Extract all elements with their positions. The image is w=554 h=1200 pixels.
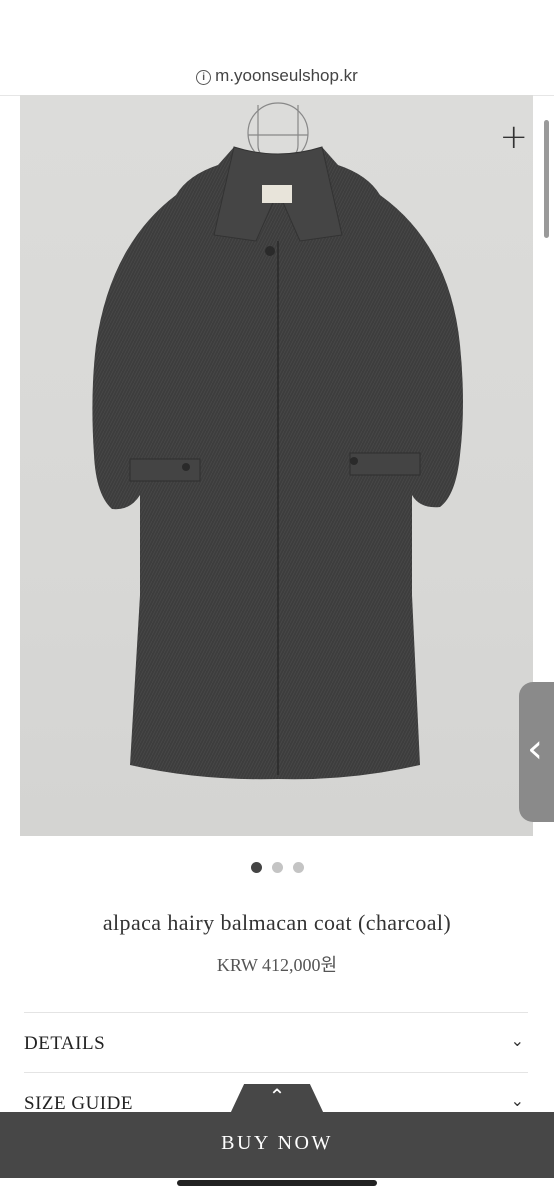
side-panel-handle[interactable]: ‹: [519, 682, 554, 822]
product-title: alpaca hairy balmacan coat (charcoal): [102, 910, 452, 935]
pagination-dot-2[interactable]: [271, 862, 283, 873]
scrollbar[interactable]: [544, 120, 549, 238]
coat-image: [92, 102, 464, 780]
product-image[interactable]: +: [20, 95, 533, 836]
chevron-down-icon: ⌄: [510, 1091, 524, 1110]
home-indicator[interactable]: [177, 1180, 377, 1186]
buy-bar-toggle[interactable]: ⌃: [230, 1084, 324, 1114]
pagination-dot-3[interactable]: [292, 862, 304, 873]
buy-now-button[interactable]: BUY NOW: [0, 1112, 554, 1178]
info-icon[interactable]: i: [196, 70, 212, 85]
image-pagination: [0, 860, 554, 878]
details-row[interactable]: DETAILS ⌄: [24, 1012, 528, 1073]
chevron-down-icon: ⌄: [510, 1031, 524, 1050]
buy-now-label: BUY NOW: [221, 1132, 333, 1154]
details-label: DETAILS: [24, 1033, 106, 1054]
chevron-up-icon: ⌃: [268, 1084, 286, 1108]
url-display[interactable]: i m.yoonseulshop.kr: [0, 66, 554, 86]
chevron-left-icon: ‹: [527, 726, 543, 772]
pagination-dot-1[interactable]: [250, 862, 262, 873]
zoom-plus-icon[interactable]: +: [500, 120, 529, 154]
url-text: m.yoonseulshop.kr: [215, 66, 358, 85]
browser-url-bar[interactable]: i m.yoonseulshop.kr: [0, 0, 554, 96]
product-price: KRW 412,000원: [216, 955, 338, 975]
